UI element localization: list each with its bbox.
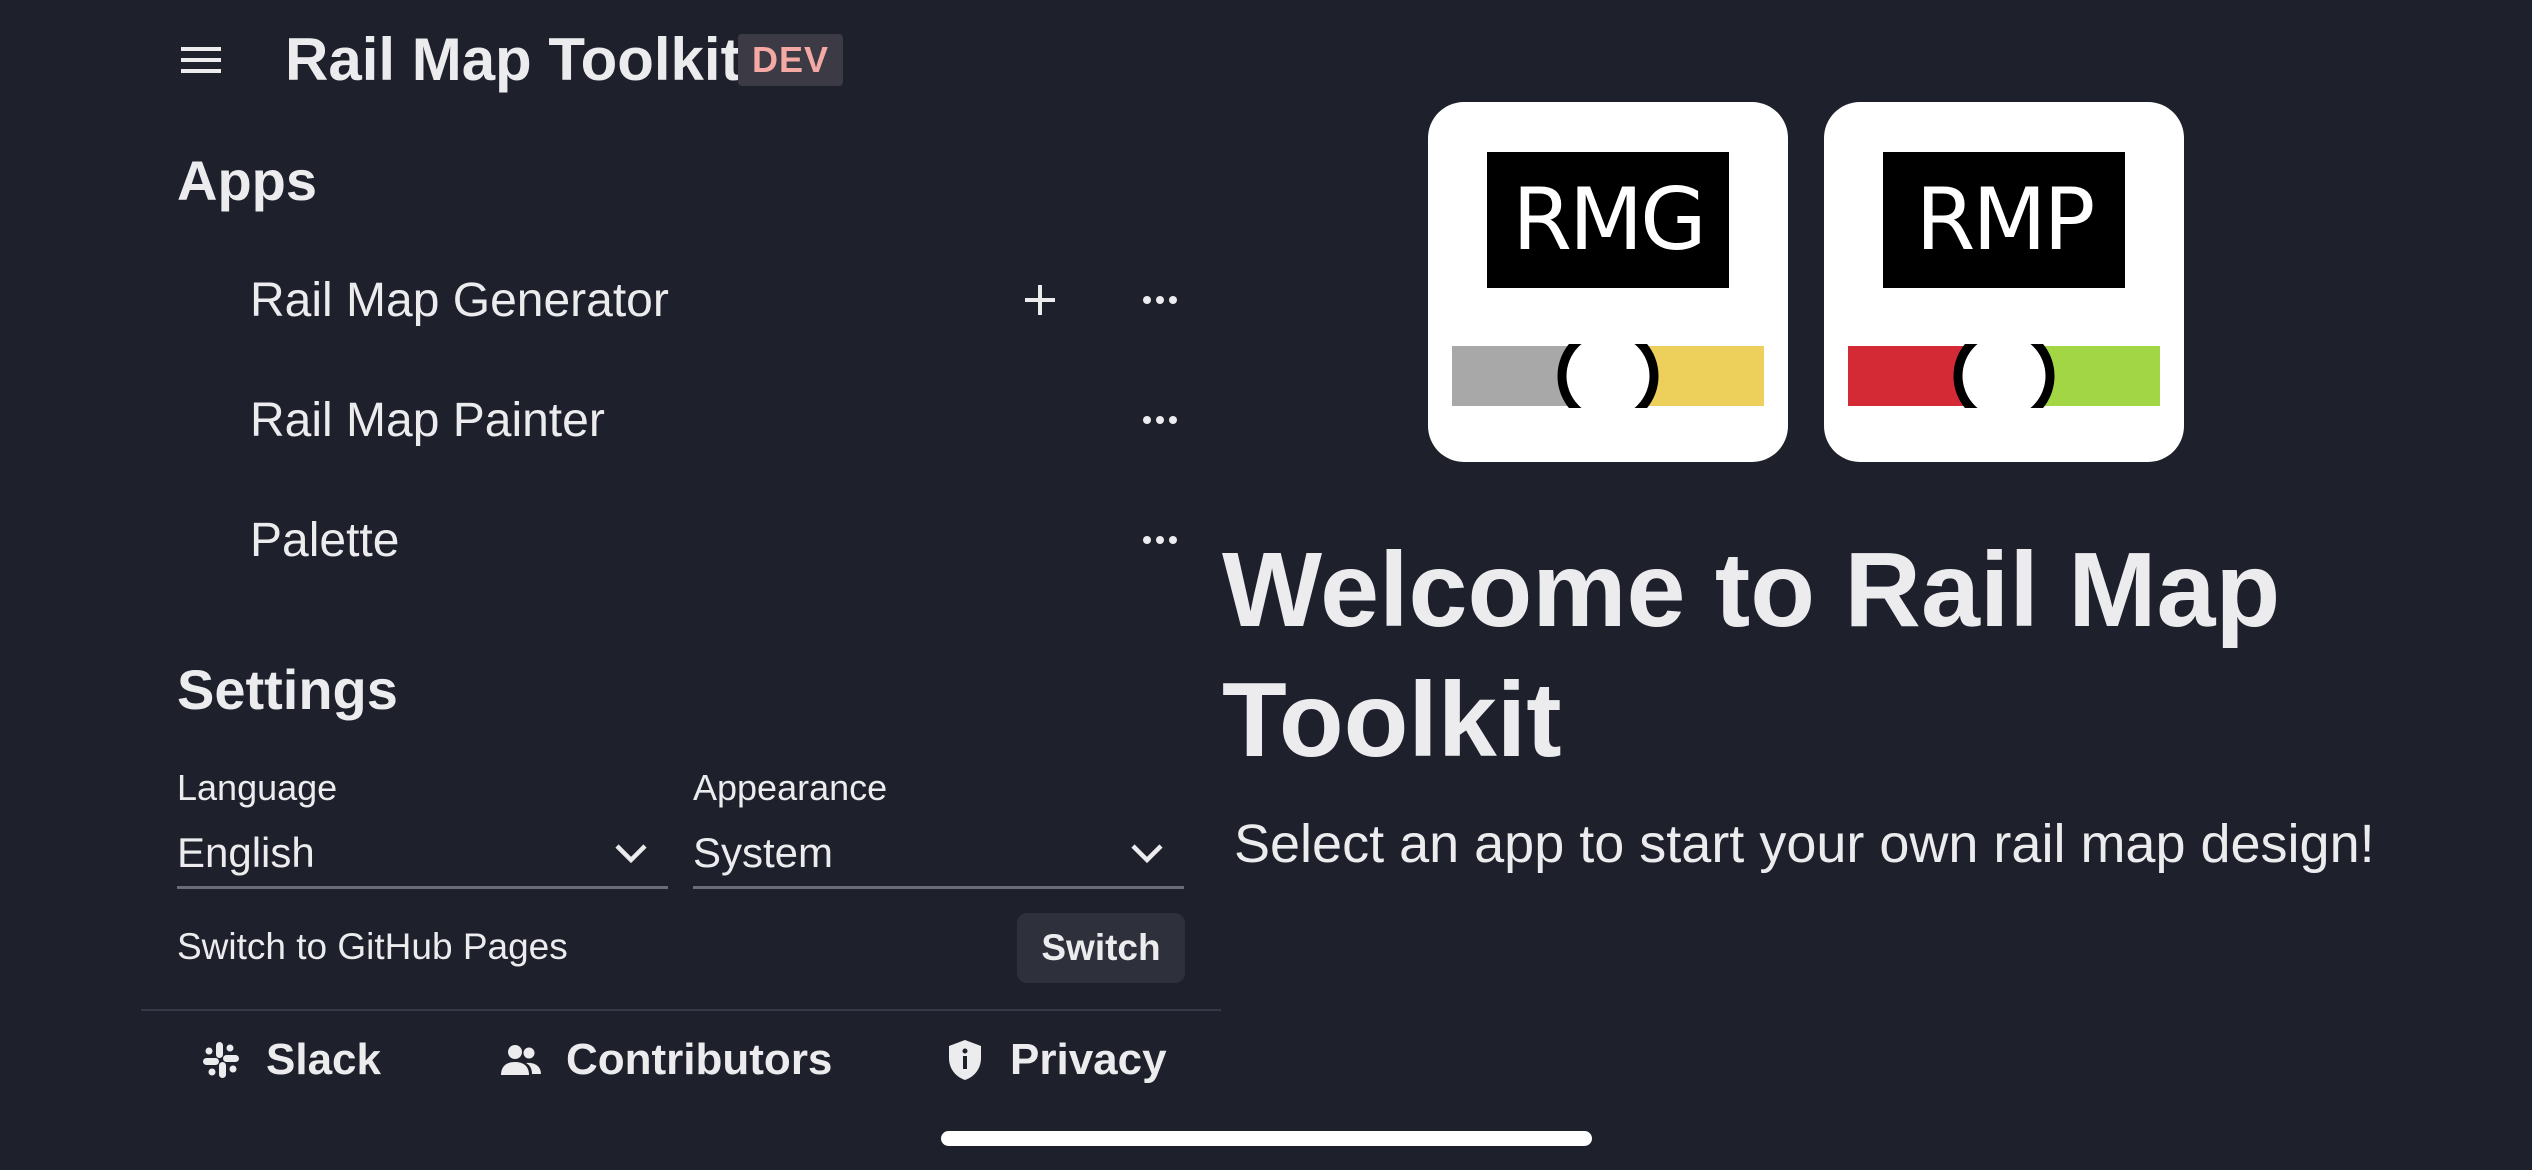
language-label: Language — [177, 767, 338, 808]
rmp-track-icon — [1848, 344, 2160, 408]
slack-label: Slack — [266, 1035, 381, 1084]
plus-icon — [1025, 285, 1055, 315]
chevron-down-icon — [1122, 828, 1172, 878]
slack-icon — [198, 1037, 244, 1083]
privacy-label: Privacy — [1010, 1035, 1167, 1084]
appearance-label: Appearance — [693, 767, 888, 808]
contributors-label: Contributors — [566, 1035, 833, 1084]
language-value: English — [177, 829, 315, 876]
dev-badge: DEV — [738, 34, 844, 86]
appearance-select[interactable]: System — [693, 820, 1184, 889]
app-root: Rail Map Toolkit DEV Apps Rail Map Gener… — [0, 0, 2532, 1170]
people-icon — [498, 1037, 544, 1083]
hamburger-menu-icon — [181, 47, 221, 73]
appearance-value: System — [693, 829, 834, 876]
language-select[interactable]: English — [177, 820, 668, 889]
apps-heading: Apps — [177, 149, 317, 212]
sidebar-divider — [141, 1009, 1221, 1011]
app-item-label: Rail Map Painter — [250, 393, 605, 447]
app-item-rail-map-generator[interactable]: Rail Map Generator — [250, 252, 1185, 348]
welcome-subtitle: Select an app to start your own rail map… — [1234, 814, 2375, 874]
rmg-app-tile[interactable]: RMG — [1428, 102, 1788, 462]
more-options-button[interactable] — [1130, 510, 1190, 570]
rmg-logo: RMG — [1487, 152, 1729, 288]
shield-icon — [942, 1037, 988, 1083]
more-options-button[interactable] — [1130, 390, 1190, 450]
rmg-track-icon — [1452, 344, 1764, 408]
menu-button[interactable] — [170, 36, 232, 84]
contributors-link[interactable]: Contributors — [498, 1024, 832, 1096]
more-horizontal-icon — [1143, 536, 1177, 544]
welcome-title: Welcome to Rail Map Toolkit — [1222, 531, 2281, 779]
slack-link[interactable]: Slack — [198, 1024, 381, 1096]
app-item-rail-map-painter[interactable]: Rail Map Painter — [250, 372, 1185, 468]
privacy-link[interactable]: Privacy — [942, 1024, 1167, 1096]
home-indicator — [941, 1131, 1592, 1146]
app-title: Rail Map Toolkit — [285, 26, 741, 93]
switch-button[interactable]: Switch — [1017, 913, 1185, 983]
app-item-palette[interactable]: Palette — [250, 492, 1185, 588]
more-horizontal-icon — [1143, 416, 1177, 424]
settings-heading: Settings — [177, 658, 398, 721]
more-horizontal-icon — [1143, 296, 1177, 304]
app-item-label: Palette — [250, 513, 400, 567]
add-button[interactable] — [1010, 270, 1070, 330]
rmp-app-tile[interactable]: RMP — [1824, 102, 2184, 462]
more-options-button[interactable] — [1130, 270, 1190, 330]
github-pages-label: Switch to GitHub Pages — [177, 926, 568, 967]
rmp-logo: RMP — [1883, 152, 2125, 288]
chevron-down-icon — [606, 828, 656, 878]
